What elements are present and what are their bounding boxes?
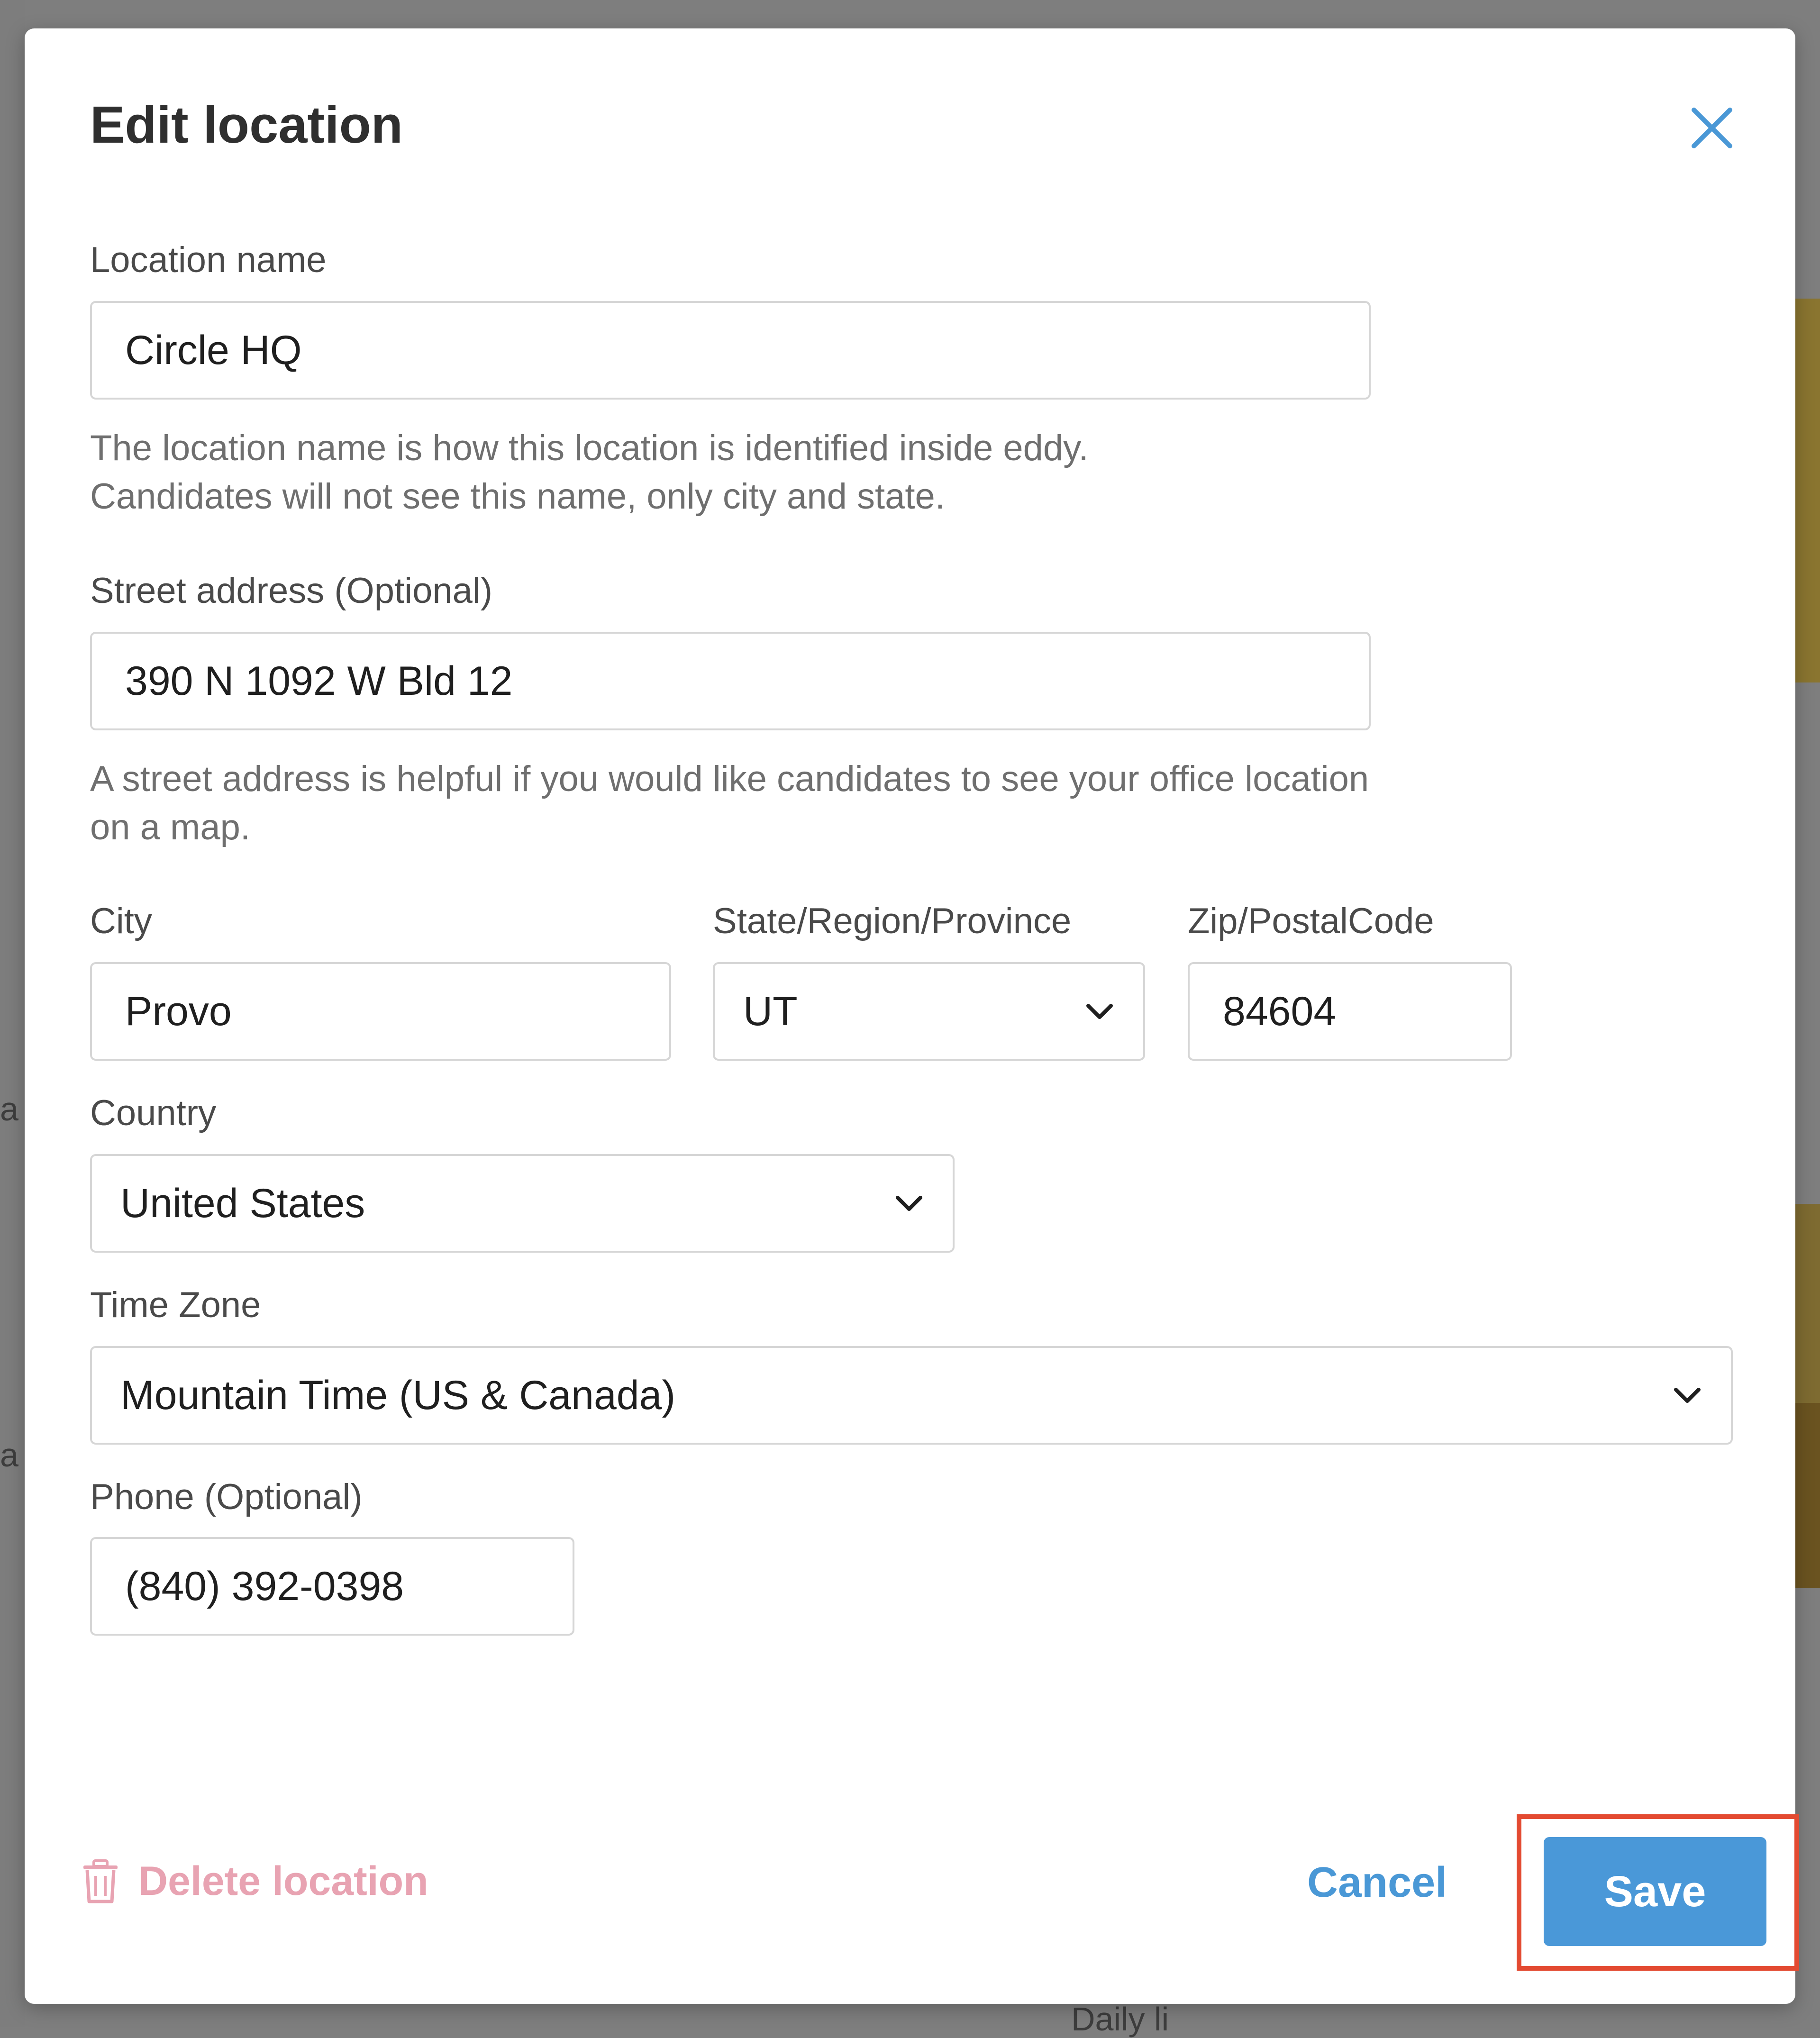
country-select-value: United States: [120, 1180, 365, 1226]
background-left: [0, 0, 25, 2027]
edit-location-dialog: Edit location Location name The location…: [25, 28, 1799, 2004]
location-name-help: The location name is how this location i…: [90, 428, 1089, 517]
zip-label: Zip/PostalCode: [1188, 901, 1434, 941]
trash-icon: [83, 1859, 118, 1903]
zip-input[interactable]: [1188, 962, 1512, 1061]
location-name-input[interactable]: [90, 301, 1371, 400]
delete-location-button[interactable]: Delete location: [82, 1858, 428, 1905]
dialog-title: Edit location: [90, 96, 403, 154]
location-name-label: Location name: [90, 240, 327, 280]
country-label: Country: [90, 1093, 217, 1133]
time-zone-label: Time Zone: [90, 1285, 261, 1325]
chevron-down-icon: [896, 1196, 922, 1211]
chevron-down-icon: [1086, 1004, 1113, 1019]
chevron-down-icon: [1674, 1388, 1701, 1403]
street-address-help: A street address is helpful if you would…: [90, 759, 1369, 847]
background-text: a: [0, 1437, 18, 1474]
country-select[interactable]: United States: [90, 1154, 955, 1253]
background-text: Daily li: [1071, 2001, 1169, 2038]
street-address-label: Street address (Optional): [90, 571, 493, 611]
state-select[interactable]: UT: [713, 962, 1145, 1061]
phone-label: Phone (Optional): [90, 1477, 363, 1517]
state-select-value: UT: [743, 988, 798, 1034]
state-label: State/Region/Province: [713, 901, 1072, 941]
street-address-input[interactable]: [90, 632, 1371, 730]
save-button[interactable]: Save: [1544, 1837, 1766, 1946]
time-zone-select-value: Mountain Time (US & Canada): [120, 1372, 676, 1418]
city-input[interactable]: [90, 962, 671, 1061]
close-icon[interactable]: [1684, 100, 1740, 156]
city-label: City: [90, 901, 152, 941]
delete-location-label: Delete location: [138, 1858, 428, 1904]
cancel-button[interactable]: Cancel: [1304, 1858, 1450, 1908]
background-text: a: [0, 1091, 18, 1128]
time-zone-select[interactable]: Mountain Time (US & Canada): [90, 1346, 1733, 1445]
phone-input[interactable]: [90, 1537, 574, 1636]
